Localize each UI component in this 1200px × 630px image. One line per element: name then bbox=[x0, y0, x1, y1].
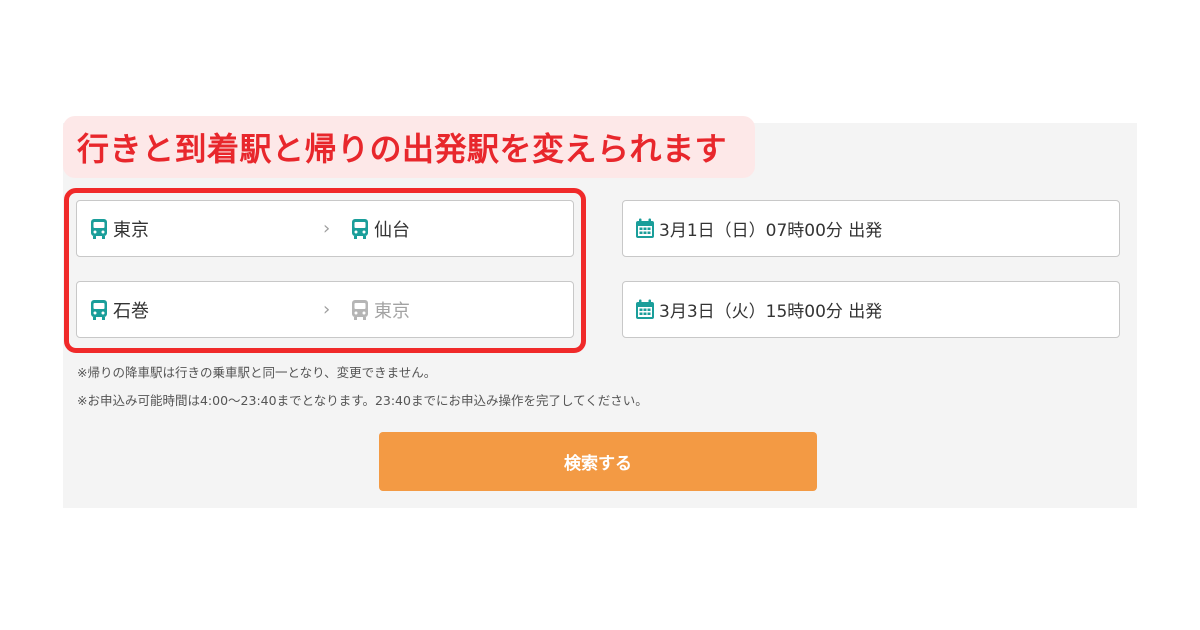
note-application-hours: ※お申込み可能時間は4:00〜23:40までとなります。23:40までにお申込み… bbox=[77, 393, 648, 408]
note-return-station: ※帰りの降車駅は行きの乗車駅と同一となり、変更できません。 bbox=[77, 365, 437, 380]
calendar-icon bbox=[636, 218, 654, 238]
return-date: 3月3日（火）15時00分 出発 bbox=[635, 282, 882, 337]
search-button[interactable]: 検索する bbox=[379, 432, 817, 491]
highlight-frame bbox=[64, 188, 586, 353]
return-date-label: 3月3日（火）15時00分 出発 bbox=[659, 302, 883, 322]
outbound-date: 3月1日（日）07時00分 出発 bbox=[635, 201, 882, 256]
calendar-icon bbox=[636, 299, 654, 319]
outbound-date-label: 3月1日（日）07時00分 出発 bbox=[659, 221, 883, 241]
return-date-field[interactable]: 3月3日（火）15時00分 出発 bbox=[622, 281, 1120, 338]
annotation-banner: 行きと到着駅と帰りの出発駅を変えられます bbox=[63, 116, 755, 178]
outbound-date-field[interactable]: 3月1日（日）07時00分 出発 bbox=[622, 200, 1120, 257]
annotation-text: 行きと到着駅と帰りの出発駅を変えられます bbox=[77, 130, 728, 168]
